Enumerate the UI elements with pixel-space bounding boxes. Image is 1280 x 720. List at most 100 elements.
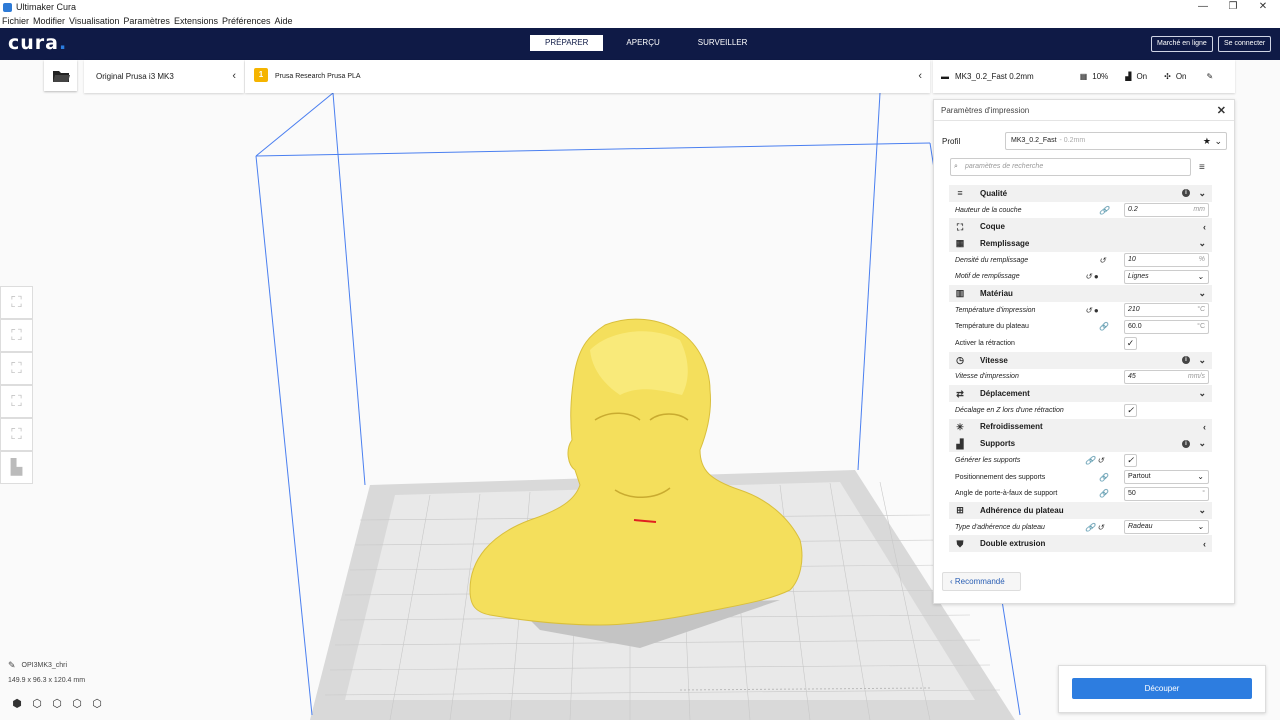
checkbox[interactable]: ✓: [1124, 337, 1137, 351]
view-front-icon[interactable]: ⬡: [30, 697, 44, 711]
setting-state-icons[interactable]: 🔗: [1099, 473, 1109, 482]
settings-category[interactable]: ▟ Supports i ⌄: [949, 435, 1212, 452]
profile-icon: ▬: [941, 72, 949, 81]
settings-category[interactable]: ▦ Remplissage ⌄: [949, 235, 1212, 252]
setting-state-icons[interactable]: ↺: [1099, 256, 1106, 265]
settings-category[interactable]: ⛊ Double extrusion ‹: [949, 535, 1212, 553]
object-dims: 149.9 x 96.3 x 120.4 mm: [8, 677, 86, 684]
printer-name: Original Prusa i3 MK3: [96, 72, 174, 81]
menu-fichier[interactable]: Fichier: [2, 16, 29, 26]
move-tool-icon[interactable]: ⛶: [0, 286, 33, 319]
view-right-icon[interactable]: ⬡: [90, 697, 104, 711]
checkbox[interactable]: ✓: [1124, 403, 1137, 417]
setting-label: Motif de remplissage: [955, 273, 1020, 281]
setting-state-icons[interactable]: 🔗 ↺: [1085, 456, 1104, 465]
settings-search-input[interactable]: ⌕ paramètres de recherche: [950, 158, 1191, 176]
menu-bar: Fichier Modifier Visualisation Paramètre…: [0, 14, 1280, 28]
per-model-settings-icon[interactable]: ⛶: [0, 418, 33, 451]
print-settings-summary[interactable]: ▬ MK3_0.2_Fast 0.2mm ▦ 10% ▟ On ✣ On ✎: [933, 60, 1235, 93]
setting-input[interactable]: 45 mm/s: [1124, 369, 1209, 384]
setting-value: 10: [1128, 256, 1136, 264]
setting-input[interactable]: 210 °C: [1124, 303, 1209, 318]
pencil-icon[interactable]: ✎: [8, 660, 16, 671]
settings-list: ≡ Qualité i ⌄ Hauteur de la couche 🔗 0.2 mm ⛶ Coq…: [949, 185, 1212, 553]
setting-state-icons[interactable]: 🔗: [1099, 206, 1109, 215]
setting-dropdown[interactable]: Radeau ⌄: [1124, 520, 1209, 535]
settings-category[interactable]: ✳ Refroidissement ‹: [949, 418, 1212, 436]
setting-state-icons[interactable]: ↺ ●: [1085, 272, 1099, 281]
setting-input[interactable]: 50 °: [1124, 486, 1209, 501]
support-blocker-icon[interactable]: ▙: [0, 451, 33, 484]
cura-app-icon: [3, 2, 12, 12]
chevron-down-icon: ⌄: [1198, 438, 1206, 449]
chevron-down-icon: ⌄: [1198, 237, 1206, 248]
setting-unit: °C: [1197, 306, 1205, 314]
settings-category[interactable]: ▥ Matériau ⌄: [949, 285, 1212, 302]
folder-open-icon: [52, 70, 70, 82]
setting-state-icons[interactable]: 🔗: [1099, 489, 1109, 498]
setting-state-icons[interactable]: 🔗: [1099, 322, 1109, 331]
info-icon[interactable]: i: [1182, 356, 1190, 365]
profile-dropdown[interactable]: MK3_0.2_Fast - 0.2mm ★ ⌄: [1005, 132, 1227, 150]
recommended-label: Recommandé: [954, 577, 1005, 586]
restore-button[interactable]: ❐: [1218, 0, 1248, 14]
setting-label: Positionnement des supports: [955, 473, 1046, 481]
setting-unit: mm: [1193, 206, 1205, 214]
menu-extensions[interactable]: Extensions: [174, 16, 218, 26]
close-icon[interactable]: ✕: [1217, 104, 1226, 117]
open-file-button[interactable]: [44, 60, 77, 91]
setting-dropdown[interactable]: Partout ⌄: [1124, 470, 1209, 485]
minimize-button[interactable]: —: [1188, 0, 1218, 14]
rotate-tool-icon[interactable]: ⛶: [0, 352, 33, 385]
tab-monitor[interactable]: SURVEILLER: [683, 35, 763, 51]
setting-input[interactable]: 60.0 °C: [1124, 319, 1209, 334]
setting-row: Générer les supports 🔗 ↺ ✓: [949, 452, 1212, 469]
setting-label: Type d'adhérence du plateau: [955, 523, 1045, 531]
mirror-tool-icon[interactable]: ⛶: [0, 385, 33, 418]
material-selector[interactable]: 1 Prusa Research Prusa PLA ‹: [245, 60, 930, 93]
settings-category[interactable]: ≡ Qualité i ⌄: [949, 185, 1212, 202]
tab-prepare[interactable]: PRÉPARER: [530, 35, 604, 51]
view-top-icon[interactable]: ⬡: [50, 697, 64, 711]
setting-input[interactable]: 0.2 mm: [1124, 203, 1209, 218]
setting-label: Densité du remplissage: [955, 256, 1029, 264]
menu-preferences[interactable]: Préférences: [222, 16, 271, 26]
menu-modifier[interactable]: Modifier: [33, 16, 65, 26]
recommended-button[interactable]: ‹ Recommandé: [942, 572, 1021, 591]
login-button[interactable]: Se connecter: [1218, 36, 1272, 52]
info-icon[interactable]: i: [1182, 189, 1190, 198]
cura-logo: cura.: [8, 32, 67, 54]
chevron-down-icon: ⌄: [1198, 287, 1206, 298]
info-icon[interactable]: i: [1182, 439, 1190, 448]
settings-category[interactable]: ◷ Vitesse i ⌄: [949, 351, 1212, 369]
setting-state-icons[interactable]: ↺ ●: [1085, 306, 1099, 315]
view-3d-icon[interactable]: ⬢: [10, 697, 24, 711]
extruder-icon: 1: [254, 68, 268, 82]
chevron-down-icon: ⌄: [1214, 136, 1222, 146]
setting-state-icons[interactable]: 🔗 ↺: [1085, 523, 1104, 532]
settings-menu-icon[interactable]: ≡: [1199, 162, 1205, 173]
checkbox[interactable]: ✓: [1124, 453, 1137, 467]
scale-tool-icon[interactable]: ⛶: [0, 319, 33, 352]
setting-input[interactable]: 10%: [1124, 253, 1209, 268]
object-name: OPI3MK3_chri: [21, 662, 68, 669]
category-label: Qualité: [980, 188, 1008, 198]
marketplace-button[interactable]: Marché en ligne: [1151, 36, 1213, 52]
profile-sub: - 0.2mm: [1059, 137, 1086, 144]
close-window-button[interactable]: ✕: [1248, 0, 1278, 14]
menu-parametres[interactable]: Paramètres: [123, 16, 170, 26]
chevron-left-icon: ‹: [1203, 221, 1206, 232]
setting-label: Température du plateau: [955, 323, 1029, 331]
menu-aide[interactable]: Aide: [275, 16, 293, 26]
settings-category[interactable]: ⛶ Coque ‹: [949, 218, 1212, 236]
settings-category[interactable]: ⇄ Déplacement ⌄: [949, 385, 1212, 402]
slice-button[interactable]: Découper: [1072, 678, 1252, 699]
chevron-down-icon: ⌄: [1198, 504, 1206, 515]
setting-dropdown[interactable]: Lignes ⌄: [1124, 269, 1209, 284]
settings-category[interactable]: ⊞ Adhérence du plateau ⌄: [949, 502, 1212, 519]
view-left-icon[interactable]: ⬡: [70, 697, 84, 711]
infill-summary: 10%: [1092, 72, 1109, 81]
printer-selector[interactable]: Original Prusa i3 MK3 ‹: [84, 60, 244, 93]
tab-preview[interactable]: APERÇU: [611, 35, 674, 51]
menu-visualisation[interactable]: Visualisation: [69, 16, 119, 26]
